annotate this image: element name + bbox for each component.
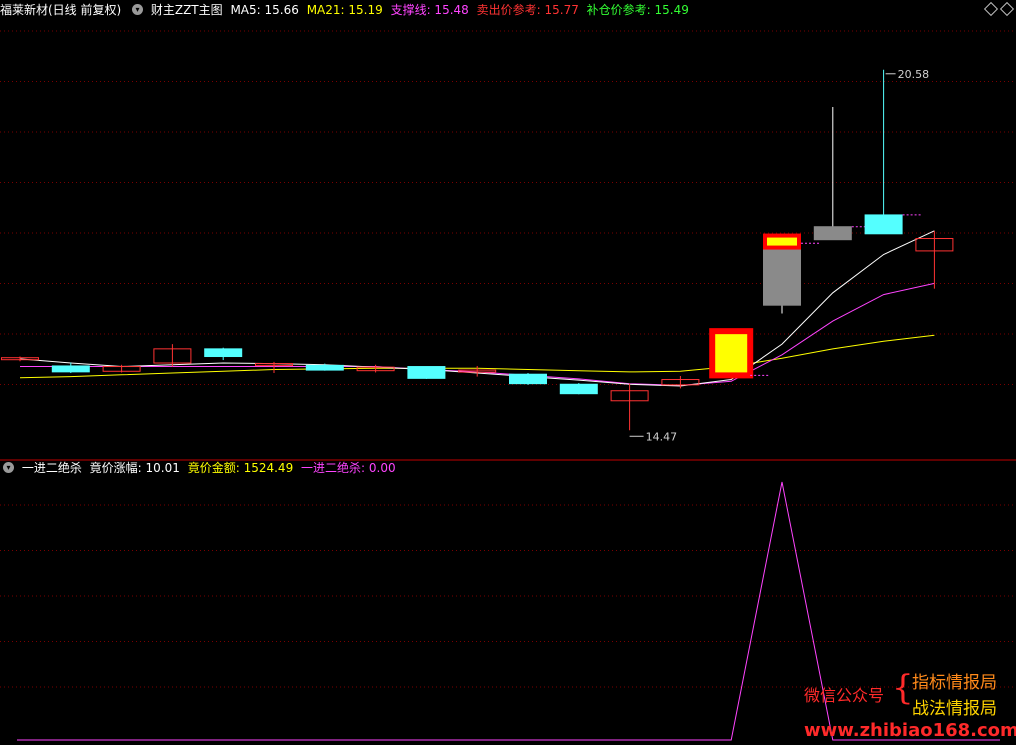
support-value: 支撑线: 15.48	[390, 3, 469, 17]
candle-body	[509, 373, 547, 385]
indicator-dropdown-icon[interactable]: ▾	[132, 4, 144, 15]
ma21-value: MA21: 15.19	[306, 3, 383, 17]
candle-body	[305, 364, 344, 371]
candle-body-limit-up	[709, 328, 754, 379]
candle-body	[559, 383, 598, 395]
candle-body	[51, 365, 90, 373]
candle-body	[204, 348, 243, 358]
bid-amount-value: 竟价金额: 1524.49	[187, 461, 294, 475]
sub-chart-header: ▾ 一进二绝杀 竟价涨幅: 10.01 竟价金额: 1524.49 一进二绝杀:…	[0, 458, 400, 478]
indicator-name[interactable]: 财主ZZT主图	[151, 3, 223, 17]
ma5-value: MA5: 15.66	[230, 3, 299, 17]
buy-reference-value: 补仓价参考: 15.49	[586, 3, 689, 17]
sub-indicator-dropdown-icon[interactable]: ▾	[3, 462, 14, 473]
watermark-brace: {	[892, 668, 914, 708]
high-price-label: 20.58	[898, 68, 930, 81]
watermark-wechat: 微信公众号	[804, 686, 885, 705]
candle-body	[813, 226, 852, 241]
watermark-line2: 战法情报局	[912, 699, 997, 719]
watermark-url: www.zhibiao168.com	[804, 720, 1016, 741]
low-price-label: 14.47	[646, 430, 678, 443]
sub-indicator-name[interactable]: 一进二绝杀	[22, 461, 82, 475]
main-chart-header: 福莱新材(日线 前复权) ▾ 财主ZZT主图 MA5: 15.66 MA21: …	[0, 0, 693, 20]
chart-canvas: 20.58 14.47	[0, 30, 1016, 741]
candle-body	[864, 214, 903, 235]
sell-reference-value: 卖出价参考: 15.77	[476, 3, 579, 17]
candle-body	[407, 366, 446, 379]
watermark-line1: 指标情报局	[912, 673, 997, 693]
stock-title[interactable]: 福莱新材(日线 前复权)	[0, 3, 121, 17]
candle-body	[763, 242, 801, 306]
signal-value: 一进二绝杀: 0.00	[301, 461, 396, 475]
candle-limit-cap	[763, 233, 801, 250]
bid-change-value: 竟价涨幅: 10.01	[89, 461, 180, 475]
